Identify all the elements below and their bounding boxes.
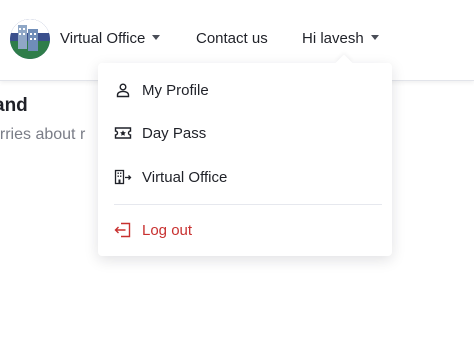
caret-down-icon [370, 35, 379, 40]
menu-divider [114, 204, 382, 205]
menu-item-log-out[interactable]: Log out [114, 218, 192, 242]
page-subtext-fragment: orries about r [0, 126, 86, 143]
user-greeting: Hi lavesh [302, 30, 364, 47]
menu-item-label: My Profile [142, 81, 209, 99]
menu-item-day-pass[interactable]: Day Pass [114, 121, 206, 145]
menu-item-label: Virtual Office [142, 168, 228, 186]
caret-down-icon [152, 35, 161, 40]
menu-item-my-profile[interactable]: My Profile [114, 78, 209, 102]
menu-item-virtual-office[interactable]: Virtual Office [114, 165, 227, 189]
page-heading-fragment: and [0, 95, 28, 116]
nav-virtual-office-label: Virtual Office [60, 30, 146, 47]
menu-item-label: Day Pass [142, 124, 207, 142]
nav-virtual-office[interactable]: Virtual Office [60, 29, 161, 49]
menu-item-label: Log out [142, 221, 193, 239]
ticket-icon [114, 124, 132, 142]
building-icon [114, 168, 132, 186]
nav-contact-us-label: Contact us [196, 30, 268, 47]
nav-contact-us[interactable]: Contact us [196, 29, 268, 49]
brand-logo[interactable] [10, 19, 50, 59]
logout-icon [114, 221, 132, 239]
nav-user-menu[interactable]: Hi lavesh [302, 29, 379, 49]
user-icon [114, 81, 132, 99]
user-dropdown-menu: My Profile Day Pass Virtual Office Log o… [98, 54, 392, 256]
